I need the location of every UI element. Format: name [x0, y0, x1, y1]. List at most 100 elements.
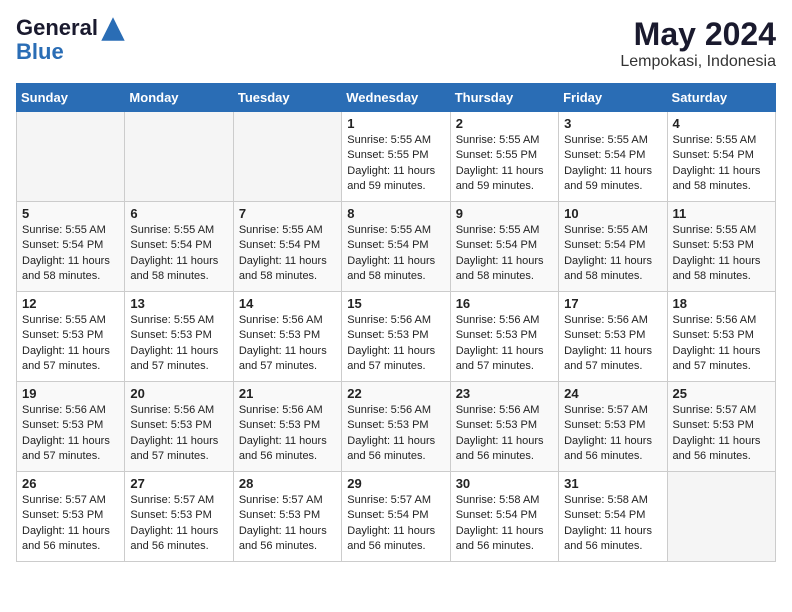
day-number: 25: [673, 386, 770, 401]
calendar-cell: 6 Sunrise: 5:55 AMSunset: 5:54 PMDaylight…: [125, 202, 233, 292]
page-header: General Blue May 2024 Lempokasi, Indones…: [16, 16, 776, 71]
calendar-cell: 13 Sunrise: 5:55 AMSunset: 5:53 PMDayligh…: [125, 292, 233, 382]
week-row-1: 5 Sunrise: 5:55 AMSunset: 5:54 PMDaylight…: [17, 202, 776, 292]
cell-info: Sunrise: 5:57 AMSunset: 5:53 PMDaylight:…: [673, 403, 770, 465]
cell-info: Sunrise: 5:56 AMSunset: 5:53 PMDaylight:…: [347, 313, 444, 375]
calendar-cell: 28 Sunrise: 5:57 AMSunset: 5:53 PMDayligh…: [233, 472, 341, 562]
cell-info: Sunrise: 5:57 AMSunset: 5:53 PMDaylight:…: [239, 493, 336, 555]
calendar-cell: 22 Sunrise: 5:56 AMSunset: 5:53 PMDayligh…: [342, 382, 450, 472]
calendar-cell: 18 Sunrise: 5:56 AMSunset: 5:53 PMDayligh…: [667, 292, 775, 382]
calendar-cell: 9 Sunrise: 5:55 AMSunset: 5:54 PMDaylight…: [450, 202, 558, 292]
week-row-4: 26 Sunrise: 5:57 AMSunset: 5:53 PMDayligh…: [17, 472, 776, 562]
day-number: 1: [347, 116, 444, 131]
day-number: 28: [239, 476, 336, 491]
logo: General Blue: [16, 16, 128, 64]
day-number: 16: [456, 296, 553, 311]
cell-info: Sunrise: 5:57 AMSunset: 5:53 PMDaylight:…: [22, 493, 119, 555]
calendar-cell: 14Sunrise: 5:56 AMSunset: 5:53 PMDayligh…: [233, 292, 341, 382]
cell-info: Sunrise: 5:55 AMSunset: 5:54 PMDaylight:…: [456, 223, 553, 285]
day-number: 12: [22, 296, 119, 311]
calendar-cell: 4 Sunrise: 5:55 AMSunset: 5:54 PMDaylight…: [667, 112, 775, 202]
cell-info: Sunrise: 5:56 AMSunset: 5:53 PMDaylight:…: [673, 313, 770, 375]
calendar-cell: 5 Sunrise: 5:55 AMSunset: 5:54 PMDaylight…: [17, 202, 125, 292]
day-number: 18: [673, 296, 770, 311]
cell-info: Sunrise: 5:55 AMSunset: 5:54 PMDaylight:…: [564, 223, 661, 285]
header-wednesday: Wednesday: [342, 84, 450, 112]
day-number: 26: [22, 476, 119, 491]
calendar-cell: 27 Sunrise: 5:57 AMSunset: 5:53 PMDayligh…: [125, 472, 233, 562]
day-number: 29: [347, 476, 444, 491]
day-number: 31: [564, 476, 661, 491]
calendar-cell: 8 Sunrise: 5:55 AMSunset: 5:54 PMDaylight…: [342, 202, 450, 292]
day-number: 9: [456, 206, 553, 221]
cell-info: Sunrise: 5:55 AMSunset: 5:55 PMDaylight:…: [456, 133, 553, 195]
day-number: 15: [347, 296, 444, 311]
day-number: 10: [564, 206, 661, 221]
cell-info: Sunrise: 5:56 AMSunset: 5:53 PMDaylight:…: [347, 403, 444, 465]
calendar-cell: 20 Sunrise: 5:56 AMSunset: 5:53 PMDayligh…: [125, 382, 233, 472]
cell-info: Sunrise: 5:56 AMSunset: 5:53 PMDaylight:…: [130, 403, 227, 465]
cell-info: Sunrise: 5:57 AMSunset: 5:53 PMDaylight:…: [564, 403, 661, 465]
day-number: 6: [130, 206, 227, 221]
day-number: 20: [130, 386, 227, 401]
day-number: 24: [564, 386, 661, 401]
week-row-2: 12 Sunrise: 5:55 AMSunset: 5:53 PMDayligh…: [17, 292, 776, 382]
header-saturday: Saturday: [667, 84, 775, 112]
calendar-cell: 16 Sunrise: 5:56 AMSunset: 5:53 PMDayligh…: [450, 292, 558, 382]
cell-info: Sunrise: 5:56 AMSunset: 5:53 PMDaylight:…: [22, 403, 119, 465]
day-number: 2: [456, 116, 553, 131]
day-number: 22: [347, 386, 444, 401]
calendar-cell: 21 Sunrise: 5:56 AMSunset: 5:53 PMDayligh…: [233, 382, 341, 472]
day-number: 23: [456, 386, 553, 401]
calendar-cell: 23 Sunrise: 5:56 AMSunset: 5:53 PMDayligh…: [450, 382, 558, 472]
cell-info: Sunrise: 5:56 AMSunset: 5:53 PMDaylight:…: [239, 403, 336, 465]
day-number: 3: [564, 116, 661, 131]
day-number: 19: [22, 386, 119, 401]
cell-info: Sunrise: 5:55 AMSunset: 5:53 PMDaylight:…: [673, 223, 770, 285]
header-sunday: Sunday: [17, 84, 125, 112]
calendar-cell: [17, 112, 125, 202]
calendar-cell: [233, 112, 341, 202]
cell-info: Sunrise: 5:55 AMSunset: 5:53 PMDaylight:…: [22, 313, 119, 375]
cell-info: Sunrise: 5:56 AMSunset: 5:53 PMDaylight:…: [456, 403, 553, 465]
title-block: May 2024 Lempokasi, Indonesia: [620, 16, 776, 71]
week-row-3: 19 Sunrise: 5:56 AMSunset: 5:53 PMDayligh…: [17, 382, 776, 472]
cell-info: Sunrise: 5:57 AMSunset: 5:53 PMDaylight:…: [130, 493, 227, 555]
day-number: 17: [564, 296, 661, 311]
calendar-cell: 25 Sunrise: 5:57 AMSunset: 5:53 PMDayligh…: [667, 382, 775, 472]
day-number: 21: [239, 386, 336, 401]
logo-subtext: Blue: [16, 40, 128, 64]
day-number: 8: [347, 206, 444, 221]
cell-info: Sunrise: 5:55 AMSunset: 5:54 PMDaylight:…: [22, 223, 119, 285]
day-number: 7: [239, 206, 336, 221]
calendar-cell: 15 Sunrise: 5:56 AMSunset: 5:53 PMDayligh…: [342, 292, 450, 382]
day-number: 27: [130, 476, 227, 491]
cell-info: Sunrise: 5:55 AMSunset: 5:54 PMDaylight:…: [673, 133, 770, 195]
cell-info: Sunrise: 5:55 AMSunset: 5:55 PMDaylight:…: [347, 133, 444, 195]
header-thursday: Thursday: [450, 84, 558, 112]
calendar-cell: 29 Sunrise: 5:57 AMSunset: 5:54 PMDayligh…: [342, 472, 450, 562]
cell-info: Sunrise: 5:56 AMSunset: 5:53 PMDaylight:…: [456, 313, 553, 375]
month-year: May 2024: [620, 16, 776, 53]
day-number: 30: [456, 476, 553, 491]
day-number: 13: [130, 296, 227, 311]
day-number: 11: [673, 206, 770, 221]
cell-info: Sunrise: 5:57 AMSunset: 5:54 PMDaylight:…: [347, 493, 444, 555]
cell-info: Sunrise: 5:58 AMSunset: 5:54 PMDaylight:…: [564, 493, 661, 555]
calendar-table: SundayMondayTuesdayWednesdayThursdayFrid…: [16, 83, 776, 562]
location: Lempokasi, Indonesia: [620, 53, 776, 71]
cell-info: Sunrise: 5:55 AMSunset: 5:54 PMDaylight:…: [239, 223, 336, 285]
calendar-cell: 30Sunrise: 5:58 AMSunset: 5:54 PMDayligh…: [450, 472, 558, 562]
header-tuesday: Tuesday: [233, 84, 341, 112]
calendar-cell: 3Sunrise: 5:55 AMSunset: 5:54 PMDaylight…: [559, 112, 667, 202]
calendar-cell: 24 Sunrise: 5:57 AMSunset: 5:53 PMDayligh…: [559, 382, 667, 472]
calendar-cell: [667, 472, 775, 562]
cell-info: Sunrise: 5:56 AMSunset: 5:53 PMDaylight:…: [564, 313, 661, 375]
cell-info: Sunrise: 5:55 AMSunset: 5:54 PMDaylight:…: [347, 223, 444, 285]
day-number: 5: [22, 206, 119, 221]
calendar-cell: 2 Sunrise: 5:55 AMSunset: 5:55 PMDaylight…: [450, 112, 558, 202]
cell-info: Sunrise: 5:56 AMSunset: 5:53 PMDaylight:…: [239, 313, 336, 375]
day-number: 4: [673, 116, 770, 131]
cell-info: Sunrise: 5:55 AMSunset: 5:54 PMDaylight:…: [130, 223, 227, 285]
cell-info: Sunrise: 5:55 AMSunset: 5:53 PMDaylight:…: [130, 313, 227, 375]
